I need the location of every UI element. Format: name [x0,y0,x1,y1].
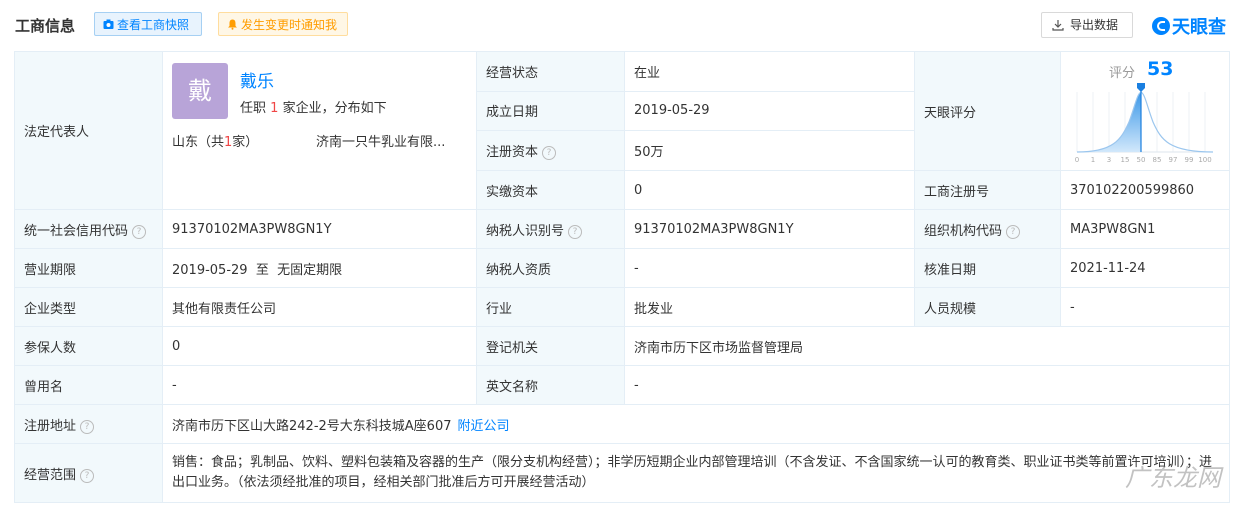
snapshot-button[interactable]: 查看工商快照 [94,12,202,36]
help-icon[interactable]: ? [80,468,95,483]
reg-capital-value: 50万 [624,130,915,171]
score-axis-tick: 15 [1121,156,1130,164]
scope-label: 经营范围 [24,467,77,483]
notify-button[interactable]: 发生变更时通知我 [218,12,348,36]
rep-prov-prefix: 山东（共 [172,134,225,150]
credit-label-cell: 统一社会信用代码? [14,209,163,249]
score-pin-icon [1137,83,1145,92]
export-label: 导出数据 [1070,18,1119,32]
score-axis-tick: 50 [1137,156,1146,164]
org-label-cell: 组织机构代码? [914,209,1061,249]
english-label: 英文名称 [476,365,625,405]
former-value: - [162,365,477,405]
rep-company-link[interactable]: 济南一只牛乳业有限... [316,131,466,150]
industry-value: 批发业 [624,287,915,327]
help-icon[interactable]: ? [1006,224,1021,239]
notify-label: 发生变更时通知我 [241,18,338,32]
founded-value: 2019-05-29 [624,90,915,132]
bell-icon [228,19,237,30]
staff-value: - [1060,287,1230,327]
org-label: 组织机构代码 [924,223,1003,239]
term-label: 营业期限 [14,248,163,288]
rep-prov-suffix: 家） [232,134,259,150]
staff-label: 人员规模 [914,287,1061,327]
term-value: 2019-05-29 至 无固定期限 [162,248,477,288]
type-label: 企业类型 [14,287,163,327]
rep-label: 法定代表人 [14,51,163,210]
score-distribution-chart: 0 1 3 15 50 85 97 99 100 [1075,83,1214,164]
help-icon[interactable]: ? [568,224,583,239]
tianyancha-logo-icon [1152,17,1170,35]
score-axis-tick: 3 [1107,156,1111,164]
score-curve [1076,91,1214,153]
brand-text: 天眼查 [1172,17,1226,38]
snapshot-label: 查看工商快照 [117,18,190,32]
avatar[interactable]: 戴 [172,62,228,119]
address-label-cell: 注册地址? [14,404,163,444]
insured-value: 0 [162,326,477,366]
taxid-label-cell: 纳税人识别号? [476,209,625,249]
reg-no-value: 370102200599860 [1060,170,1230,210]
help-icon[interactable]: ? [132,224,147,239]
status-label: 经营状态 [476,51,625,92]
score-cell[interactable]: 评分 53 0 1 3 15 50 85 97 99 100 [1060,51,1230,171]
download-icon [1052,20,1064,31]
org-value: MA3PW8GN1 [1060,209,1230,249]
section-header: 工商信息 查看工商快照 发生变更时通知我 导出数据 天眼查 [0,0,1239,50]
nearby-companies-link[interactable]: 附近公司 [457,419,509,434]
reg-capital-label: 注册资本 [486,145,539,161]
scope-label-cell: 经营范围? [14,443,163,503]
score-axis-tick: 1 [1091,156,1095,164]
tax-qual-label: 纳税人资质 [476,248,625,288]
rep-cell: 戴 戴乐 任职 1 家企业，分布如下 山东（共1家） 济南一只牛乳业有限... [162,51,477,210]
score-title: 天眼评分 [914,51,1061,171]
rep-name-link[interactable]: 戴乐 [240,67,274,92]
tax-qual-value: - [624,248,915,288]
credit-value: 91370102MA3PW8GN1Y [162,209,477,249]
taxid-value: 91370102MA3PW8GN1Y [624,209,915,249]
rep-sub-count: 1 [270,100,279,116]
help-icon[interactable]: ? [542,146,557,161]
reg-no-label: 工商注册号 [914,170,1061,210]
rep-sub-prefix: 任职 [240,100,267,116]
brand-logo[interactable]: 天眼查 [1152,13,1226,38]
address-label: 注册地址 [24,418,77,434]
reg-capital-label-cell: 注册资本? [476,130,625,171]
approve-value: 2021-11-24 [1060,248,1230,288]
english-value: - [624,365,1230,405]
industry-label: 行业 [476,287,625,327]
camera-icon [103,19,114,29]
authority-value: 济南市历下区市场监督管理局 [624,326,1230,366]
watermark: 广东龙网 [1125,464,1221,492]
scope-value: 销售：食品；乳制品、饮料、塑料包装箱及容器的生产（限分支机构经营）；非学历短期企… [162,443,1230,503]
paid-capital-label: 实缴资本 [476,170,625,210]
help-icon[interactable]: ? [80,419,95,434]
section-title: 工商信息 [15,17,76,35]
score-axis-tick: 0 [1075,156,1079,164]
type-value: 其他有限责任公司 [162,287,477,327]
status-value: 在业 [624,51,915,92]
address-cell: 济南市历下区山大路242-2号大东科技城A座607 附近公司 [162,404,1230,444]
founded-label: 成立日期 [476,90,625,132]
business-info-table: 法定代表人 戴 戴乐 任职 1 家企业，分布如下 山东（共1家） 济南一只牛乳业… [14,51,1230,503]
export-button[interactable]: 导出数据 [1041,12,1133,38]
approve-label: 核准日期 [914,248,1061,288]
rep-positions: 任职 1 家企业，分布如下 [240,97,387,116]
paid-capital-value: 0 [624,170,915,210]
score-label: 评分 [1109,66,1136,81]
insured-label: 参保人数 [14,326,163,366]
rep-sub-suffix: 家企业，分布如下 [282,100,387,116]
rep-province[interactable]: 山东（共1家） [172,131,258,150]
credit-label: 统一社会信用代码 [24,223,129,239]
score-axis-tick: 100 [1198,156,1211,164]
former-label: 曾用名 [14,365,163,405]
authority-label: 登记机关 [476,326,625,366]
taxid-label: 纳税人识别号 [486,223,565,239]
score-axis-tick: 85 [1153,156,1162,164]
score-axis-tick: 97 [1169,156,1178,164]
address-value: 济南市历下区山大路242-2号大东科技城A座607 [172,418,452,434]
score-value: 53 [1147,58,1174,80]
score-axis-tick: 99 [1185,156,1194,164]
